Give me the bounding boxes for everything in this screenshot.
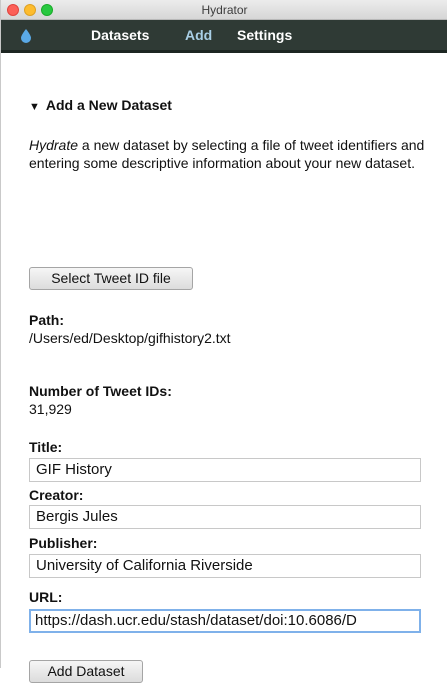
path-label: Path: — [29, 312, 64, 328]
app-window: Hydrator Datasets Add Settings ▼ Add a Ne… — [0, 0, 447, 683]
nav-datasets-tab[interactable]: Datasets — [91, 27, 149, 43]
section-heading: Add a New Dataset — [45, 97, 172, 113]
url-field[interactable]: https://dash.ucr.edu/stash/dataset/doi:1… — [29, 609, 421, 633]
window-titlebar: Hydrator — [1, 0, 447, 20]
intro-text: Hydrate a new dataset by selecting a fil… — [29, 136, 429, 172]
nav-bar: Datasets Add Settings — [1, 20, 447, 53]
disclosure-triangle-icon[interactable]: ▼ — [29, 101, 40, 113]
nav-add-tab[interactable]: Add — [185, 27, 212, 43]
creator-field[interactable]: Bergis Jules — [29, 505, 421, 529]
select-tweet-id-file-button[interactable]: Select Tweet ID file — [29, 267, 193, 290]
creator-label: Creator: — [29, 487, 84, 503]
nav-settings-tab[interactable]: Settings — [237, 27, 292, 43]
add-dataset-button[interactable]: Add Dataset — [29, 660, 143, 683]
path-value: /Users/ed/Desktop/gifhistory2.txt — [29, 330, 231, 346]
publisher-field[interactable]: University of California Riverside — [29, 554, 421, 578]
intro-rest: a new dataset by selecting a file of twe… — [29, 137, 425, 171]
title-field[interactable]: GIF History — [29, 458, 421, 482]
window-title: Hydrator — [201, 3, 248, 17]
title-label: Title: — [29, 439, 63, 455]
url-label: URL: — [29, 589, 63, 605]
tweet-count-label: Number of Tweet IDs: — [29, 383, 172, 399]
water-drop-icon[interactable] — [21, 29, 31, 43]
intro-emphasis: Hydrate — [29, 137, 79, 153]
add-dataset-header[interactable]: ▼ Add a New Dataset — [29, 97, 172, 113]
publisher-label: Publisher: — [29, 535, 98, 551]
tweet-count-value: 31,929 — [29, 401, 72, 417]
